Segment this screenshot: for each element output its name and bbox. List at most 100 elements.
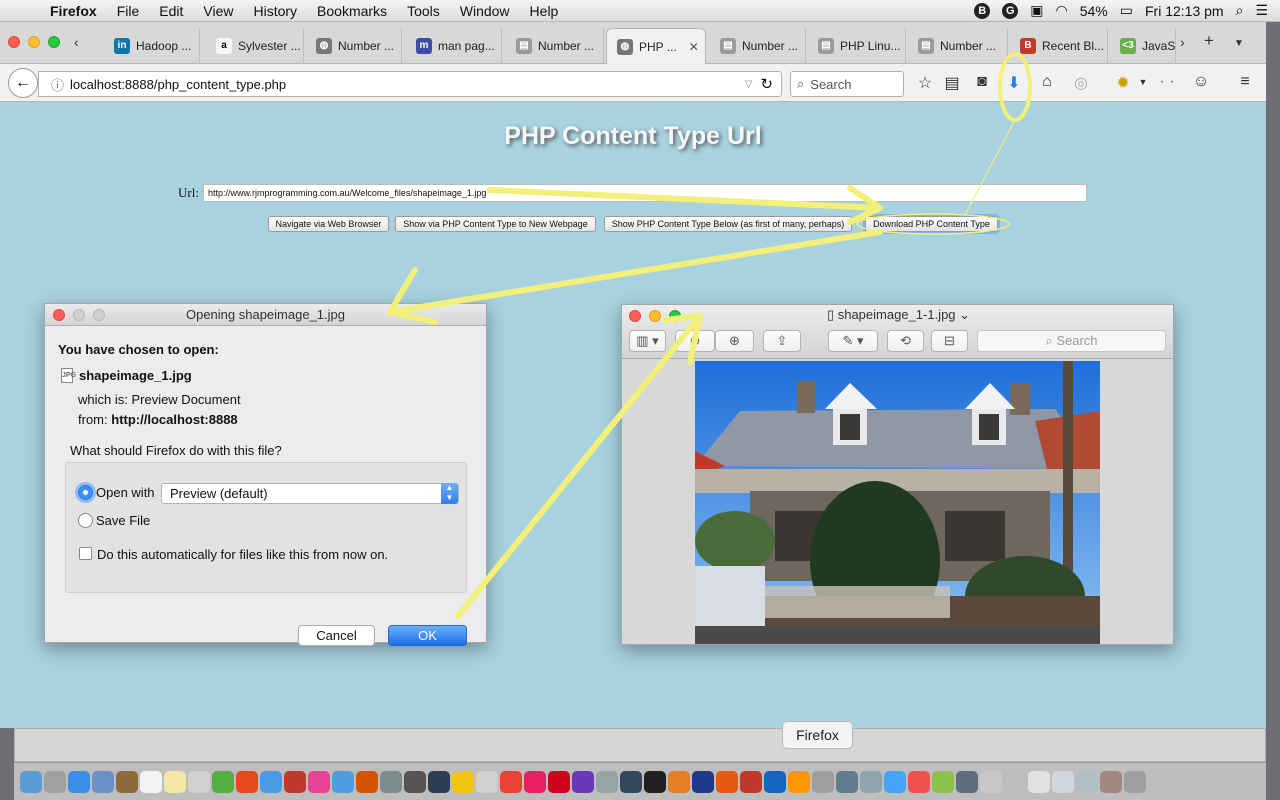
download-button[interactable]: Download PHP Content Type [865,216,998,232]
dialog-close-button[interactable] [53,309,65,321]
site-identity-icon[interactable]: ⓘ [51,75,64,94]
window-zoom-button[interactable] [48,36,60,48]
tab-3[interactable]: m man pag... [406,28,502,64]
dock-app-icon[interactable] [68,770,90,793]
search-bar[interactable]: ⌕ Search [790,71,904,97]
dock-app-icon[interactable] [404,770,426,793]
spotlight-search-icon[interactable]: ⌕ [1236,2,1244,19]
window-close-button[interactable] [8,36,20,48]
tab-5[interactable]: ◍ PHP ... ✕ [606,28,706,64]
dock-app-icon[interactable] [476,770,498,793]
tab-8[interactable]: ▤ Number ... [908,28,1008,64]
dock-app-icon[interactable] [500,770,522,793]
tab-10[interactable]: <3 JavaSc... [1110,28,1176,64]
home-icon[interactable]: ⌂ [1036,73,1058,91]
menu-view[interactable]: View [193,3,243,19]
menu-bookmarks[interactable]: Bookmarks [307,3,397,19]
extension-icon[interactable]: ✹ [1112,73,1134,93]
dock-app-icon[interactable] [716,770,738,793]
dock-app-icon[interactable] [524,770,546,793]
notification-center-icon[interactable]: ☰ [1255,2,1268,19]
addon-dots-icon[interactable]: · · [1156,73,1178,91]
tab-2[interactable]: ◍ Number ... [306,28,402,64]
sound-icon[interactable]: ▣ [1030,2,1043,19]
open-with-select[interactable]: Preview (default) ▲ ▼ [161,483,459,504]
dock-app-icon[interactable] [788,770,810,793]
open-with-radio[interactable] [78,485,93,500]
dock-app-icon[interactable] [836,770,858,793]
wifi-icon[interactable]: ◠ [1056,2,1068,19]
clock[interactable]: Fri 12:13 pm [1145,3,1224,19]
url-bar[interactable]: ⓘ localhost:8888/php_content_type.php ▽ … [38,71,782,97]
share-icon[interactable]: ⇪ [763,330,801,352]
dock-app-icon[interactable] [692,770,714,793]
preview-search-field[interactable]: ⌕ Search [977,330,1166,352]
menu-window[interactable]: Window [450,3,520,19]
dock-app-icon[interactable] [188,770,210,793]
zoom-out-icon[interactable]: ⊖ [675,330,715,352]
dock-app-icon[interactable] [116,770,138,793]
sync-icon[interactable]: ◎ [1070,73,1092,93]
chat-icon[interactable]: ☺ [1190,73,1212,91]
dock-app-icon[interactable] [164,770,186,793]
pocket-icon[interactable]: ◙ [971,73,993,91]
menu-edit[interactable]: Edit [149,3,193,19]
dock-app-icon[interactable] [356,770,378,793]
dock-app-icon[interactable] [620,770,642,793]
dock-app-icon[interactable] [1100,770,1122,793]
markup-pen-icon[interactable]: ✎ ▾ [828,330,878,352]
dock-app-icon[interactable] [596,770,618,793]
save-file-radio[interactable] [78,513,93,528]
auto-action-checkbox[interactable] [79,547,92,560]
dock-app-icon[interactable] [860,770,882,793]
dock-app-icon[interactable] [140,770,162,793]
dock-app-icon[interactable] [980,770,1002,793]
extension-dropdown-icon[interactable]: ▼ [1132,77,1154,87]
dock-app-icon[interactable] [308,770,330,793]
reading-list-icon[interactable]: ▤ [941,73,963,93]
dock-app-icon[interactable] [1076,770,1098,793]
g-status-icon[interactable]: G [1002,2,1019,19]
dock-app-icon[interactable] [548,770,570,793]
menu-history[interactable]: History [243,3,307,19]
tabs-scroll-left-icon[interactable]: ‹ [74,34,79,50]
dock-app-icon[interactable] [764,770,786,793]
dock-app-icon[interactable] [932,770,954,793]
zoom-in-icon[interactable]: ⊕ [715,330,754,352]
dock-app-icon[interactable] [956,770,978,793]
dock-app-icon[interactable] [212,770,234,793]
dock-app-icon[interactable] [260,770,282,793]
tab-1[interactable]: a Sylvester ... [206,28,304,64]
dock-app-icon[interactable] [812,770,834,793]
url-text[interactable]: localhost:8888/php_content_type.php [70,77,286,92]
rotate-icon[interactable]: ⟲ [887,330,924,352]
reload-icon[interactable]: ↻ [760,75,773,93]
dock-app-icon[interactable] [572,770,594,793]
tab-4[interactable]: ▤ Number ... [506,28,604,64]
new-tab-button[interactable]: + [1204,31,1214,51]
dock-app-icon[interactable] [1004,770,1026,793]
show-below-button[interactable]: Show PHP Content Type Below (as first of… [604,216,852,232]
menu-help[interactable]: Help [520,3,569,19]
hamburger-menu-icon[interactable]: ≡ [1234,73,1256,91]
dock-app-icon[interactable] [644,770,666,793]
tab-7[interactable]: ▤ PHP Linu... [808,28,906,64]
dock-app-icon[interactable] [668,770,690,793]
dock-app-icon[interactable] [1052,770,1074,793]
url-input[interactable]: http://www.rjmprogramming.com.au/Welcome… [202,184,1087,202]
dock-app-icon[interactable] [92,770,114,793]
tabs-scroll-right-icon[interactable]: › [1180,34,1185,50]
tab-close-icon[interactable]: ✕ [689,40,699,54]
b-status-icon[interactable]: B [974,2,991,19]
menu-app-firefox[interactable]: Firefox [40,3,107,19]
tab-0[interactable]: in Hadoop ... [104,28,200,64]
dock-app-icon[interactable] [44,770,66,793]
menu-tools[interactable]: Tools [397,3,450,19]
battery-percent[interactable]: 54% [1080,3,1108,19]
tab-9[interactable]: B Recent Bl... [1010,28,1108,64]
sidebar-toggle-icon[interactable]: ▥ ▾ [629,330,666,352]
dock-app-icon[interactable] [284,770,306,793]
bookmark-star-icon[interactable]: ☆ [914,73,936,93]
dock-app-icon[interactable] [428,770,450,793]
dock-app-icon[interactable] [1028,770,1050,793]
